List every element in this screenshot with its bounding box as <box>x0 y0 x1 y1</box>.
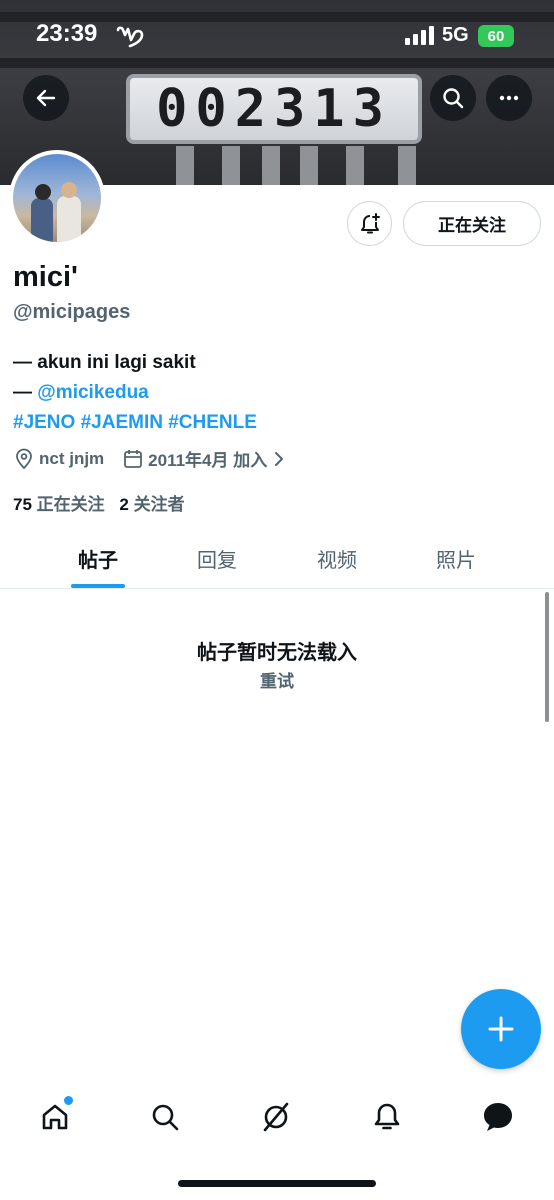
signal-icon <box>405 26 434 45</box>
status-bar: 23:39 5G 60 <box>0 0 554 64</box>
search-icon <box>443 88 464 109</box>
chevron-right-icon <box>275 451 284 466</box>
empty-state: 帖子暂时无法载入 重试 <box>0 636 554 692</box>
tab-replies[interactable]: 回复 <box>177 544 257 573</box>
following-link[interactable]: 75 正在关注 <box>13 495 105 514</box>
search-icon <box>152 1104 179 1131</box>
nav-grok[interactable] <box>258 1099 294 1135</box>
followers-link[interactable]: 2 关注者 <box>119 495 184 514</box>
active-tab-indicator <box>71 584 125 588</box>
following-button[interactable]: 正在关注 <box>403 201 541 246</box>
banner-grille-bar <box>300 146 318 185</box>
nav-messages[interactable] <box>480 1099 516 1135</box>
avatar[interactable] <box>9 150 105 246</box>
bio-line: — @micikedua <box>13 378 257 408</box>
retry-button[interactable]: 重试 <box>0 667 554 692</box>
notify-button[interactable] <box>347 201 392 246</box>
home-notification-dot <box>62 1094 75 1107</box>
bell-plus-icon <box>360 212 380 233</box>
following-count: 75 <box>13 495 32 514</box>
network-type: 5G <box>442 24 469 46</box>
activity-icon <box>116 26 144 48</box>
grok-icon <box>263 1102 289 1132</box>
calendar-icon <box>124 449 143 468</box>
back-icon <box>36 89 56 107</box>
scrollbar[interactable] <box>545 592 549 722</box>
notifications-icon <box>374 1103 400 1130</box>
bottom-nav <box>0 1085 554 1149</box>
compose-button[interactable] <box>461 989 541 1069</box>
search-button[interactable] <box>430 75 476 121</box>
followers-count: 2 <box>119 495 129 514</box>
profile-bio: — akun ini lagi sakit — @micikedua #JENO… <box>13 348 257 438</box>
hashtag-link[interactable]: #CHENLE <box>168 412 257 433</box>
profile-location: nct jnjm <box>39 448 105 468</box>
avatar-photo <box>13 154 101 242</box>
messages-icon <box>484 1103 512 1131</box>
nav-notifications[interactable] <box>369 1099 405 1135</box>
home-indicator[interactable] <box>178 1180 376 1187</box>
tab-photos[interactable]: 照片 <box>416 544 496 573</box>
profile-handle: @micipages <box>13 301 131 323</box>
profile-tabs: 帖子 回复 视频 照片 <box>0 530 554 589</box>
banner-grille-bar <box>176 146 194 185</box>
following-label: 正在关注 <box>36 495 105 514</box>
back-button[interactable] <box>23 75 69 121</box>
followers-label: 关注者 <box>133 495 185 514</box>
empty-state-title: 帖子暂时无法载入 <box>197 642 357 664</box>
bio-hashtags: #JENO #JAEMIN #CHENLE <box>13 408 257 438</box>
hashtag-link[interactable]: #JAEMIN <box>81 412 163 433</box>
profile-meta: nct jnjm 2011年4月 加入 <box>13 446 285 471</box>
bio-prefix: — <box>13 382 38 403</box>
location-icon <box>16 448 32 469</box>
banner-grille-bar <box>398 146 416 185</box>
hashtag-link[interactable]: #JENO <box>13 412 75 433</box>
banner-grille-bar <box>222 146 240 185</box>
more-button[interactable] <box>486 75 532 121</box>
tab-videos[interactable]: 视频 <box>297 544 377 573</box>
battery-icon: 60 <box>478 25 514 47</box>
follow-counts: 75 正在关注 2 关注者 <box>13 490 185 515</box>
banner-license-plate: 002313 <box>126 74 422 144</box>
banner-grille-bar <box>346 146 364 185</box>
profile-joined[interactable]: 2011年4月 加入 <box>148 446 267 471</box>
more-icon <box>499 95 519 101</box>
nav-search[interactable] <box>147 1099 183 1135</box>
profile-name: mici' <box>13 261 78 293</box>
battery-level: 60 <box>487 27 505 45</box>
tab-posts[interactable]: 帖子 <box>58 544 138 573</box>
bio-mention-link[interactable]: @micikedua <box>37 382 148 403</box>
status-time: 23:39 <box>36 20 98 47</box>
banner-grille-bar <box>262 146 280 185</box>
bio-line: — akun ini lagi sakit <box>13 352 196 373</box>
plus-icon <box>488 1016 514 1042</box>
